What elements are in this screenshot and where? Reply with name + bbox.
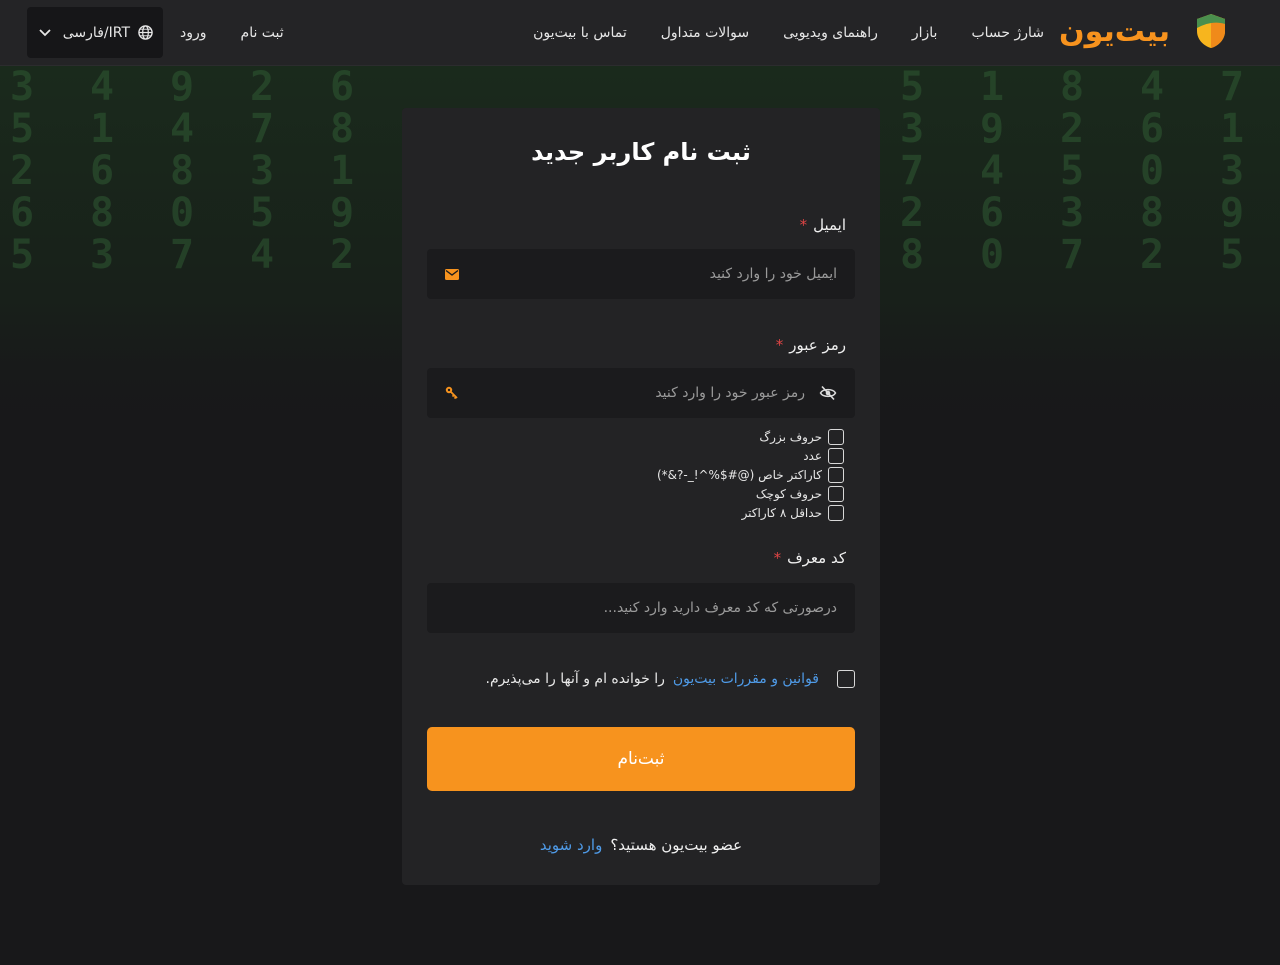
- nav-item-charge[interactable]: شارژ حساب: [971, 25, 1044, 41]
- top-navbar: بیت‌یون شارژ حساب بازار راهنمای ویدیویی …: [0, 0, 1280, 66]
- rule-checkbox: [828, 466, 844, 483]
- signup-button[interactable]: ثبت‌نام: [427, 727, 855, 791]
- nav-item-market[interactable]: بازار: [912, 25, 938, 41]
- login-link-bottom[interactable]: وارد شوید: [540, 836, 602, 854]
- required-mark: *: [775, 336, 784, 354]
- brand-name: بیت‌یون: [1059, 13, 1171, 49]
- already-member: عضو بیت‌یون هستید؟ وارد شوید: [402, 836, 880, 854]
- password-label: رمز عبور*: [775, 336, 846, 354]
- member-text: عضو بیت‌یون هستید؟: [610, 836, 743, 854]
- rule-min-length: حداقل ۸ کاراکتر: [657, 503, 844, 522]
- page-title: ثبت نام کاربر جدید: [531, 138, 751, 166]
- referral-field[interactable]: [427, 583, 855, 633]
- email-input[interactable]: [459, 266, 837, 282]
- nav-item-faq[interactable]: سوالات متداول: [661, 25, 749, 41]
- required-mark: *: [773, 549, 782, 567]
- envelope-icon: [445, 268, 459, 280]
- password-input[interactable]: [458, 385, 805, 401]
- required-mark: *: [799, 216, 808, 234]
- rule-number: عدد: [657, 446, 844, 465]
- terms-link[interactable]: قوانین و مقررات بیت‌یون: [673, 671, 819, 687]
- email-label: ایمیل*: [799, 216, 846, 234]
- referral-input[interactable]: [445, 600, 837, 616]
- signup-card: ثبت نام کاربر جدید ایمیل* رمز عبور* حرو: [402, 108, 880, 885]
- brand[interactable]: بیت‌یون: [1059, 12, 1228, 50]
- rule-special-char: کاراکتر خاص (@#$%^!_-?&*): [657, 465, 844, 484]
- terms-row: قوانین و مقررات بیت‌یون را خوانده ام و آ…: [486, 670, 855, 688]
- rule-checkbox: [828, 504, 844, 521]
- terms-text: را خوانده ام و آنها را می‌پذیرم.: [485, 671, 665, 687]
- rule-checkbox: [828, 428, 844, 445]
- language-label: فارسی/IRT: [62, 24, 130, 41]
- rule-lowercase: حروف کوچک: [657, 484, 844, 503]
- password-field[interactable]: [427, 368, 855, 418]
- nav-item-contact[interactable]: تماس با بیت‌یون: [533, 25, 627, 41]
- language-selector[interactable]: فارسی/IRT: [27, 7, 163, 58]
- nav-item-video-guide[interactable]: راهنمای ویدیویی: [783, 25, 878, 41]
- main-nav: شارژ حساب بازار راهنمای ویدیویی سوالات م…: [533, 0, 1044, 66]
- email-field[interactable]: [427, 249, 855, 299]
- login-link[interactable]: ورود: [180, 25, 207, 41]
- auth-links: ثبت نام ورود: [180, 0, 284, 66]
- key-icon: [445, 386, 458, 400]
- rule-checkbox: [828, 447, 844, 464]
- password-rules: حروف بزرگ عدد کاراکتر خاص (@#$%^!_-?&*) …: [657, 427, 844, 522]
- terms-checkbox[interactable]: [837, 670, 855, 688]
- eye-off-icon[interactable]: [819, 385, 837, 401]
- signup-link[interactable]: ثبت نام: [241, 25, 284, 41]
- rule-uppercase: حروف بزرگ: [657, 427, 844, 446]
- rule-checkbox: [828, 485, 844, 502]
- globe-icon: [138, 25, 153, 40]
- shield-icon: [1197, 14, 1225, 48]
- referral-label: کد معرف*: [773, 549, 846, 567]
- chevron-down-icon: [39, 28, 51, 36]
